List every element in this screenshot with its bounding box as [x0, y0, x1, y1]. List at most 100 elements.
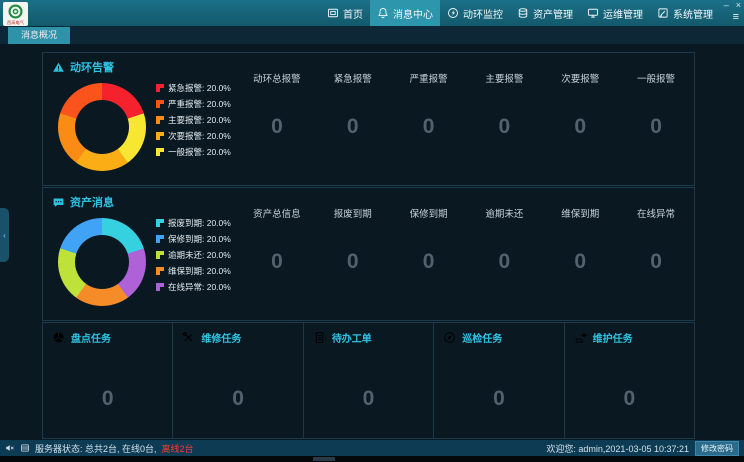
- legend-swatch-icon: [156, 100, 164, 108]
- stat-value: 0: [391, 115, 467, 139]
- donut-chart: [58, 218, 146, 306]
- stat-column: 维保到期 0: [542, 206, 618, 320]
- nav-icon: [447, 7, 459, 19]
- app-window: 西高电气 首页 消息中心 动环监控 资产管理 运维管理 系统管理 – × ≡ 消…: [0, 0, 744, 462]
- stat-value: 0: [391, 250, 467, 274]
- task-card: 巡检任务 0: [434, 323, 564, 438]
- change-password-button[interactable]: 修改密码: [695, 441, 739, 456]
- stat-column: 一般报警 0: [618, 71, 694, 185]
- nav-item[interactable]: 动环监控: [440, 0, 510, 26]
- task-icon: [52, 331, 65, 344]
- stat-label: 资产总信息: [239, 206, 315, 220]
- close-button[interactable]: ×: [736, 1, 741, 10]
- section-header: 资产消息: [52, 194, 239, 210]
- stat-label: 次要报警: [542, 71, 618, 85]
- stat-column: 动环总报警 0: [239, 71, 315, 185]
- legend-swatch-icon: [156, 116, 164, 124]
- legend-item: 逾期未还: 20.0%: [156, 249, 231, 261]
- legend-label: 严重报警: 20.0%: [168, 98, 231, 110]
- nav-item[interactable]: 首页: [320, 0, 370, 26]
- section-icon: [52, 61, 65, 74]
- stat-label: 保修到期: [391, 206, 467, 220]
- title-bar: 西高电气 首页 消息中心 动环监控 资产管理 运维管理 系统管理 – × ≡: [0, 0, 744, 26]
- stat-value: 0: [618, 250, 694, 274]
- section-chart-area: 动环告警 紧急报警: 20.0% 严重报警: 20.0% 主要报警: 20.0%…: [43, 53, 239, 185]
- task-card: 盘点任务 0: [43, 323, 173, 438]
- stat-value: 0: [239, 115, 315, 139]
- stat-column: 在线异常 0: [618, 206, 694, 320]
- stat-label: 逾期未还: [466, 206, 542, 220]
- legend-label: 维保到期: 20.0%: [168, 265, 231, 277]
- task-icon: [443, 331, 456, 344]
- sidebar-collapse-handle[interactable]: ‹: [0, 208, 9, 262]
- section-stats: 动环总报警 0 紧急报警 0 严重报警 0 主要报警 0 次要报警 0 一般报警…: [239, 53, 694, 185]
- section-title: 资产消息: [70, 194, 114, 210]
- stat-column: 报废到期 0: [315, 206, 391, 320]
- speaker-muted-icon[interactable]: [5, 443, 15, 453]
- legend-label: 在线异常: 20.0%: [168, 281, 231, 293]
- nav-label: 系统管理: [673, 6, 713, 21]
- app-logo: 西高电气: [3, 2, 28, 26]
- legend-item: 维保到期: 20.0%: [156, 265, 231, 277]
- task-value: 0: [173, 387, 302, 411]
- nav-item[interactable]: 资产管理: [510, 0, 580, 26]
- nav-item[interactable]: 运维管理: [580, 0, 650, 26]
- legend-swatch-icon: [156, 283, 164, 291]
- stat-label: 紧急报警: [315, 71, 391, 85]
- taskbar-strip: [0, 456, 744, 462]
- tab-message-overview[interactable]: 消息概况: [8, 27, 70, 44]
- task-label: 巡检任务: [462, 330, 502, 345]
- stat-label: 在线异常: [618, 206, 694, 220]
- legend-item: 在线异常: 20.0%: [156, 281, 231, 293]
- nav-item[interactable]: 系统管理: [650, 0, 720, 26]
- tab-bar: 消息概况: [0, 26, 744, 44]
- stat-value: 0: [618, 115, 694, 139]
- nav-icon: [327, 7, 339, 19]
- stat-value: 0: [315, 115, 391, 139]
- server-status-text: 服务器状态: 总共2台, 在线0台,: [35, 442, 157, 455]
- task-value: 0: [565, 387, 694, 411]
- stat-value: 0: [315, 250, 391, 274]
- legend-swatch-icon: [156, 132, 164, 140]
- main-nav: 首页 消息中心 动环监控 资产管理 运维管理 系统管理: [320, 0, 720, 26]
- legend-item: 严重报警: 20.0%: [156, 98, 231, 110]
- task-label: 盘点任务: [71, 330, 111, 345]
- task-row: 盘点任务 0 维修任务 0 待办工单 0 巡检任务 0 维护任务 0: [42, 322, 695, 439]
- menu-button[interactable]: ≡: [733, 12, 739, 23]
- nav-label: 资产管理: [533, 6, 573, 21]
- section-icon: [52, 196, 65, 209]
- task-card: 维修任务 0: [173, 323, 303, 438]
- task-value: 0: [304, 387, 433, 411]
- task-card: 待办工单 0: [304, 323, 434, 438]
- chart-legend: 报废到期: 20.0% 保修到期: 20.0% 逾期未还: 20.0% 维保到期…: [156, 217, 231, 306]
- stat-label: 报废到期: [315, 206, 391, 220]
- window-controls: – ×: [724, 1, 741, 10]
- nav-icon: [587, 7, 599, 19]
- task-icon: [182, 331, 195, 344]
- legend-swatch-icon: [156, 251, 164, 259]
- legend-item: 一般报警: 20.0%: [156, 146, 231, 158]
- nav-label: 动环监控: [463, 6, 503, 21]
- legend-item: 主要报警: 20.0%: [156, 114, 231, 126]
- legend-item: 次要报警: 20.0%: [156, 130, 231, 142]
- nav-icon: [657, 7, 669, 19]
- minimize-button[interactable]: –: [724, 1, 729, 10]
- nav-icon: [517, 7, 529, 19]
- stat-column: 逾期未还 0: [466, 206, 542, 320]
- task-card: 维护任务 0: [565, 323, 694, 438]
- stat-value: 0: [466, 115, 542, 139]
- logo-text: 西高电气: [5, 20, 26, 25]
- task-label: 维护任务: [593, 330, 633, 345]
- server-offline-alert: 离线2台: [162, 442, 194, 455]
- section-stats: 资产总信息 0 报废到期 0 保修到期 0 逾期未还 0 维保到期 0 在线异常…: [239, 188, 694, 320]
- stat-label: 维保到期: [542, 206, 618, 220]
- legend-item: 紧急报警: 20.0%: [156, 82, 231, 94]
- legend-label: 逾期未还: 20.0%: [168, 249, 231, 261]
- chart-legend: 紧急报警: 20.0% 严重报警: 20.0% 主要报警: 20.0% 次要报警…: [156, 82, 231, 171]
- chevron-left-icon: ‹: [3, 231, 6, 240]
- nav-item[interactable]: 消息中心: [370, 0, 440, 26]
- stat-column: 次要报警 0: [542, 71, 618, 185]
- legend-swatch-icon: [156, 219, 164, 227]
- stat-value: 0: [542, 250, 618, 274]
- status-bar: 服务器状态: 总共2台, 在线0台, 离线2台 欢迎您: admin,2021-…: [0, 440, 744, 456]
